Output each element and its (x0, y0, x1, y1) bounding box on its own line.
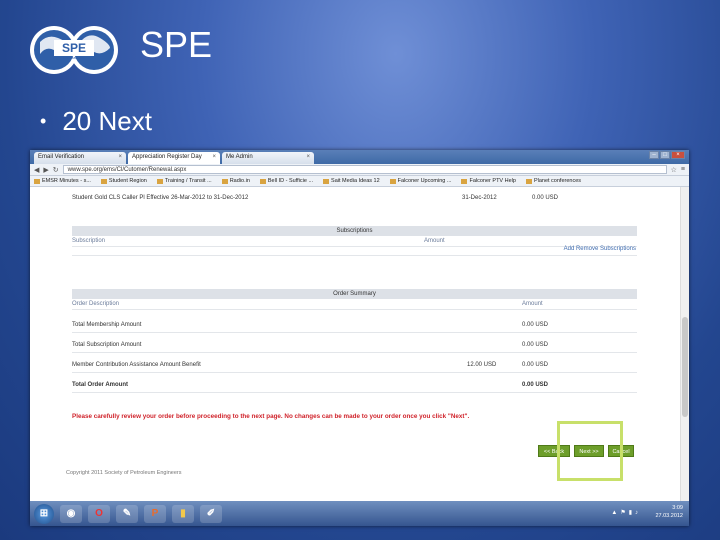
order-page: Student Gold CLS Caller Pl Effective 26-… (30, 187, 680, 501)
slide-title: SPE (140, 24, 213, 65)
bullet-text: 20 Next (62, 106, 152, 136)
summary-line-label: Total Membership Amount (72, 322, 142, 328)
system-tray-icons[interactable]: ▲⚑▮♪ (611, 509, 641, 516)
minimize-icon[interactable]: – (649, 151, 659, 159)
tab-label: Email Verification (38, 154, 85, 160)
windows-start-icon[interactable]: ⊞ (34, 503, 54, 524)
tab-me-admin[interactable]: Me Admin × (222, 152, 314, 164)
windows-taskbar: ⊞ ◉ O ✎ P ▮ ✐ ▲⚑▮♪ 3:09 27.03.2012 (30, 501, 689, 526)
bookmark-icon (389, 178, 396, 184)
summary-line-amount: 0.00 USD (522, 322, 549, 328)
clock-time: 3:09 (672, 505, 683, 511)
order-summary-columns: Order Description Amount (72, 301, 637, 307)
tab-bar: Email Verification × Appreciation Registe… (30, 150, 689, 164)
clock-date: 27.03.2012 (655, 513, 683, 519)
subscription-col-header: Subscription (72, 238, 106, 244)
bullet-dot-icon: • (40, 111, 47, 131)
membership-description: Student Gold CLS Caller Pl Effective 26-… (72, 195, 249, 201)
maximize-icon[interactable]: □ (660, 151, 670, 159)
forward-arrow-icon[interactable]: ▶ (43, 166, 48, 174)
star-icon[interactable]: ☆ (671, 166, 677, 174)
window-controls: – □ × (649, 151, 685, 159)
tab-close-icon[interactable]: × (118, 154, 122, 162)
subscriptions-columns: Subscription Amount (72, 238, 637, 244)
divider (72, 309, 637, 310)
folder-icon[interactable]: ▮ (172, 504, 194, 523)
summary-line-label: Member Contribution Assistance Amount Be… (72, 362, 201, 368)
membership-row: Student Gold CLS Caller Pl Effective 26-… (72, 195, 637, 201)
tab-label: Me Admin (226, 154, 253, 160)
bookmark-item[interactable]: Training / Transit ... (156, 178, 212, 184)
tab-close-icon[interactable]: × (212, 154, 216, 162)
bookmark-icon (525, 178, 532, 184)
scroll-thumb[interactable] (682, 317, 688, 417)
address-bar[interactable]: www.spe.org/ems/Cl/Cutomer/Renewal.aspx (62, 165, 667, 174)
amount-col-header: Amount (424, 238, 445, 244)
bookmark-icon (221, 178, 228, 184)
summary-line-contribution: Member Contribution Assistance Amount Be… (72, 362, 637, 368)
paint-icon[interactable]: ✐ (200, 504, 222, 523)
divider (72, 255, 637, 256)
bookmark-icon (323, 178, 330, 184)
summary-line-amount: 0.00 USD (522, 362, 549, 368)
bookmark-item[interactable]: Student Region (100, 178, 147, 184)
summary-line-membership: Total Membership Amount 0.00 USD (72, 322, 637, 328)
bookmark-icon (156, 178, 163, 184)
subscriptions-header: Subscriptions (72, 226, 637, 236)
spe-logo: SPE International (30, 26, 118, 74)
bookmark-item[interactable]: Planet conferences (525, 178, 581, 184)
bookmark-icon (100, 178, 107, 184)
summary-line-total: Total Order Amount 0.00 USD (72, 382, 637, 388)
powerpoint-icon[interactable]: P (144, 504, 166, 523)
order-description-col-header: Order Description (72, 301, 120, 307)
tab-email-verification[interactable]: Email Verification × (34, 152, 126, 164)
reload-icon[interactable]: ↻ (53, 166, 59, 174)
order-summary-header: Order Summary (72, 289, 637, 299)
clock[interactable]: 3:09 27.03.2012 (655, 504, 683, 520)
vertical-scrollbar[interactable] (680, 187, 689, 501)
opera-icon[interactable]: O (88, 504, 110, 523)
browser-screenshot: Email Verification × Appreciation Registe… (30, 150, 689, 526)
close-icon[interactable]: × (671, 151, 685, 159)
logo-subtext: International (63, 55, 85, 60)
summary-line-mid-amount: 12.00 USD (467, 362, 497, 368)
divider (72, 372, 637, 373)
divider (72, 246, 637, 247)
bookmark-icon (461, 178, 468, 184)
wrench-icon[interactable]: ≡ (681, 166, 685, 173)
bookmark-icon (259, 178, 266, 184)
summary-line-amount: 0.00 USD (522, 382, 549, 388)
bookmark-item[interactable]: EMSR Minutes - s... (34, 178, 91, 184)
bookmark-icon (34, 178, 40, 184)
summary-line-label: Total Order Amount (72, 382, 128, 388)
browser-toolbar: ◀ ▶ ↻ www.spe.org/ems/Cl/Cutomer/Renewal… (30, 164, 689, 176)
membership-date: 31-Dec-2012 (462, 195, 497, 201)
notepad-icon[interactable]: ✎ (116, 504, 138, 523)
tab-appreciation[interactable]: Appreciation Register Day × (128, 152, 220, 164)
summary-line-subscription: Total Subscription Amount 0.00 USD (72, 342, 637, 348)
bookmark-item[interactable]: Bell ID - Sufficie ... (259, 178, 313, 184)
bullet-item: • 20 Next (40, 106, 152, 137)
copyright-text: Copyright 2011 Society of Petroleum Engi… (66, 470, 182, 476)
review-warning: Please carefully review your order befor… (72, 413, 470, 420)
summary-line-amount: 0.00 USD (522, 342, 549, 348)
tab-label: Appreciation Register Day (132, 154, 202, 160)
bookmark-item[interactable]: Radio.in (221, 178, 250, 184)
bookmark-item[interactable]: Falconer PTV Help (461, 178, 516, 184)
next-button-highlight (557, 421, 623, 481)
order-amount-col-header: Amount (522, 301, 543, 307)
tab-close-icon[interactable]: × (306, 154, 310, 162)
membership-amount: 0.00 USD (532, 195, 559, 201)
divider (72, 332, 637, 333)
bookmark-item[interactable]: Sait Media Ideas 12 (323, 178, 380, 184)
summary-line-label: Total Subscription Amount (72, 342, 142, 348)
chrome-icon[interactable]: ◉ (60, 504, 82, 523)
logo-text: SPE (62, 41, 86, 55)
bookmarks-bar: EMSR Minutes - s... Student Region Train… (30, 176, 689, 187)
back-arrow-icon[interactable]: ◀ (34, 166, 39, 174)
divider (72, 392, 637, 393)
divider (72, 352, 637, 353)
bookmark-item[interactable]: Falconer Upcoming ... (389, 178, 451, 184)
add-remove-subscriptions-link[interactable]: Add Remove Subscriptions (564, 246, 636, 252)
